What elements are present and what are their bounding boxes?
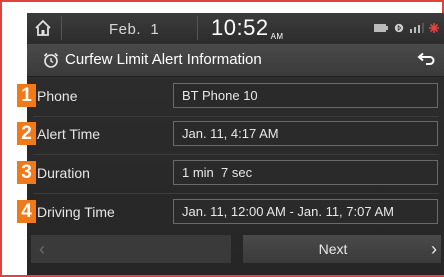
chevron-right-icon: › — [431, 239, 437, 259]
chevron-left-icon: ‹ — [39, 239, 45, 259]
callout-badge: 1 — [17, 84, 36, 107]
title-bar: Curfew Limit Alert Information — [27, 44, 444, 77]
bluetooth-phone-icon — [394, 23, 404, 33]
status-divider — [197, 16, 198, 40]
alarm-clock-icon — [43, 52, 59, 68]
figure-frame: Feb. 1 10:52 AM Curfew Limit Alert Inform… — [0, 0, 444, 277]
row-value-field: 1 min 7 sec — [173, 160, 438, 185]
status-date: Feb. 1 — [109, 21, 160, 38]
row-value-field: Jan. 11, 4:17 AM — [173, 121, 438, 146]
status-time: 10:52 AM — [211, 15, 284, 41]
home-icon[interactable] — [33, 18, 53, 38]
row-value-field: BT Phone 10 — [173, 83, 438, 108]
row-label: Duration — [37, 165, 90, 181]
next-button-label: Next — [318, 241, 348, 257]
head-unit-screen: Feb. 1 10:52 AM Curfew Limit Alert Inform… — [17, 13, 444, 275]
info-row-alert-time: 2 Alert Time Jan. 11, 4:17 AM — [17, 117, 444, 155]
row-label: Driving Time — [37, 204, 115, 220]
next-button[interactable]: Next › — [243, 235, 441, 263]
status-icons — [374, 22, 439, 34]
row-value-field: Jan. 11, 12:00 AM - Jan. 11, 7:07 AM — [173, 199, 438, 224]
status-divider — [61, 16, 62, 40]
battery-icon — [374, 24, 388, 32]
page-title: Curfew Limit Alert Information — [65, 51, 262, 68]
info-row-duration: 3 Duration 1 min 7 sec — [17, 156, 444, 194]
callout-badge: 4 — [17, 200, 36, 223]
bottom-navigation: ‹ Next › — [31, 235, 441, 263]
row-divider — [33, 193, 439, 194]
status-bar: Feb. 1 10:52 AM — [27, 13, 444, 43]
info-row-driving-time: 4 Driving Time Jan. 11, 12:00 AM - Jan. … — [17, 195, 444, 233]
previous-button[interactable]: ‹ — [31, 235, 231, 263]
row-label: Phone — [37, 88, 78, 104]
row-label: Alert Time — [37, 126, 101, 142]
signal-icon — [410, 23, 424, 33]
info-row-phone: 1 Phone BT Phone 10 — [17, 79, 444, 117]
alert-indicator-icon — [429, 23, 439, 33]
row-divider — [33, 154, 439, 155]
callout-badge: 2 — [17, 122, 36, 145]
back-icon[interactable] — [417, 52, 435, 68]
callout-badge: 3 — [17, 161, 36, 184]
